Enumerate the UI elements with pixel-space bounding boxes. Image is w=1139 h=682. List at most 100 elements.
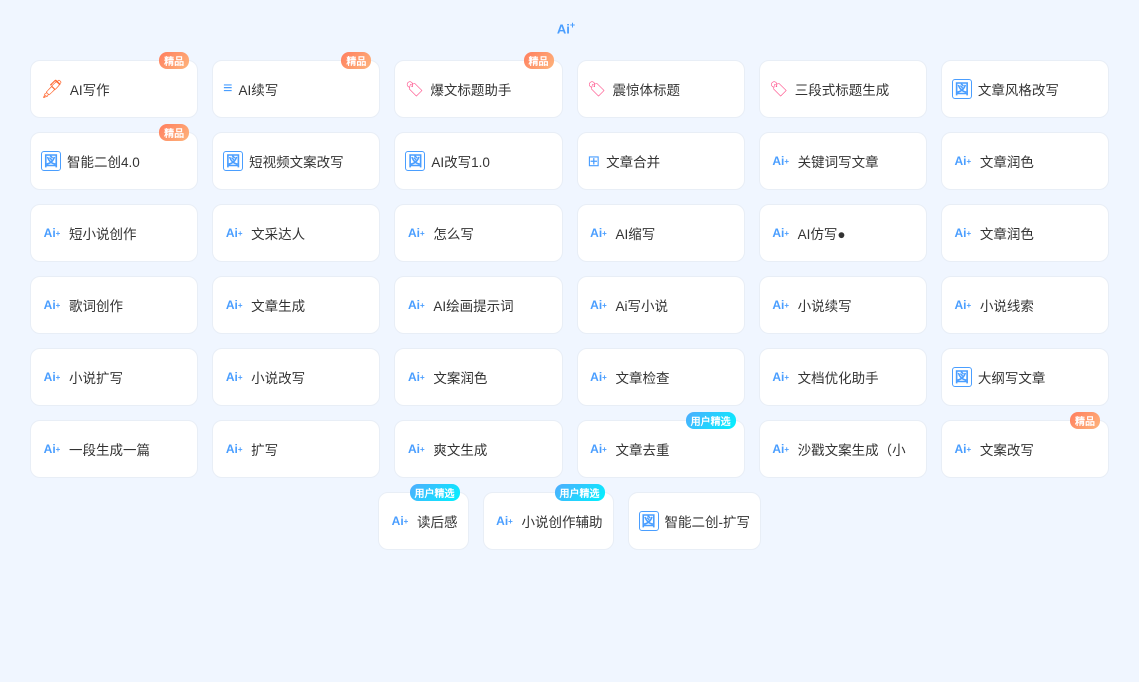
- tool-card-fun-gen[interactable]: Ai+ 爽文生成: [394, 420, 562, 478]
- tool-card-ai-continue[interactable]: 精品 ≡ AI续写: [212, 60, 380, 118]
- tool-label: 小说续写: [798, 295, 852, 315]
- doc-icon: 図: [639, 511, 659, 531]
- tool-card-short-video[interactable]: 図 短视频文案改写: [212, 132, 380, 190]
- badge: 精品: [159, 124, 189, 141]
- tool-label: 文档优化助手: [798, 367, 879, 387]
- ai-icon: Ai+: [405, 226, 427, 240]
- tool-label: 短小说创作: [69, 223, 137, 243]
- tool-card-article-polish1[interactable]: Ai+ 文章润色: [941, 132, 1109, 190]
- tool-label: AI仿写●: [798, 223, 846, 243]
- badge: 精品: [341, 52, 371, 69]
- tool-label: 一段生成一篇: [69, 439, 150, 459]
- ai-icon: Ai+: [223, 226, 245, 240]
- tool-label: 文章润色: [980, 151, 1034, 171]
- tool-row-1: 精品 図 智能二创4.0 図 短视频文案改写 図 AI改写1.0 ⊞ 文章合并 …: [30, 132, 1109, 190]
- tool-card-ai-rewrite[interactable]: 図 AI改写1.0: [394, 132, 562, 190]
- ai-icon: Ai+: [41, 442, 63, 456]
- tool-label: 震惊体标题: [613, 79, 681, 99]
- tool-card-novel-assist[interactable]: 用户精选 Ai+ 小说创作辅助: [483, 492, 614, 550]
- tool-label: 文章检查: [616, 367, 670, 387]
- tool-card-keyword-write[interactable]: Ai+ 关键词写文章: [759, 132, 927, 190]
- tool-card-read-feel[interactable]: 用户精选 Ai+ 读后感: [378, 492, 469, 550]
- tool-card-article-merge[interactable]: ⊞ 文章合并: [577, 132, 745, 190]
- tool-label: AI绘画提示词: [433, 295, 513, 315]
- tool-card-copy-rewrite[interactable]: 精品 Ai+ 文案改写: [941, 420, 1109, 478]
- tool-row-3: Ai+ 歌词创作 Ai+ 文章生成 Ai+ AI绘画提示词 Ai+ Ai写小说 …: [30, 276, 1109, 334]
- tool-card-lyrics[interactable]: Ai+ 歌词创作: [30, 276, 198, 334]
- doc-icon: 図: [952, 79, 972, 99]
- tool-label: AI写作: [70, 79, 110, 99]
- tool-card-short-novel[interactable]: Ai+ 短小说创作: [30, 204, 198, 262]
- tool-label: 小说扩写: [69, 367, 123, 387]
- doc-icon: 図: [223, 151, 243, 171]
- tool-row-5: Ai+ 一段生成一篇 Ai+ 扩写 Ai+ 爽文生成 用户精选 Ai+ 文章去重…: [30, 420, 1109, 478]
- ai-icon: Ai+: [770, 226, 792, 240]
- tool-card-novel-clue[interactable]: Ai+ 小说线索: [941, 276, 1109, 334]
- tool-card-style-rewrite[interactable]: 図 文章风格改写: [941, 60, 1109, 118]
- fire-icon: 🏷: [405, 80, 424, 98]
- tool-card-ai-novel[interactable]: Ai+ Ai写小说: [577, 276, 745, 334]
- ai-icon: Ai+: [770, 154, 792, 168]
- tool-card-ai-write[interactable]: 精品 🖋 AI写作: [30, 60, 198, 118]
- tool-card-novel-expand[interactable]: Ai+ 小说扩写: [30, 348, 198, 406]
- tool-label: 文章生成: [251, 295, 305, 315]
- doc-icon: 図: [405, 151, 425, 171]
- badge: 精品: [1070, 412, 1100, 429]
- ai-icon: Ai+: [588, 370, 610, 384]
- tool-card-novel-rewrite[interactable]: Ai+ 小说改写: [212, 348, 380, 406]
- tool-label: 关键词写文章: [798, 151, 879, 171]
- tool-label: 大纲写文章: [978, 367, 1046, 387]
- tool-card-three-title[interactable]: 🏷 三段式标题生成: [759, 60, 927, 118]
- tool-label: 爆文标题助手: [430, 79, 511, 99]
- ai-icon: Ai+: [41, 298, 63, 312]
- tool-card-smart-recreate[interactable]: 精品 図 智能二创4.0: [30, 132, 198, 190]
- tool-card-ai-draw-prompt[interactable]: Ai+ AI绘画提示词: [394, 276, 562, 334]
- tool-card-expand-write[interactable]: Ai+ 扩写: [212, 420, 380, 478]
- tool-card-how-write[interactable]: Ai+ 怎么写: [394, 204, 562, 262]
- tool-card-outline-write[interactable]: 図 大纲写文章: [941, 348, 1109, 406]
- tool-label: 文章合并: [606, 151, 660, 171]
- tool-card-article-polish2[interactable]: Ai+ 文章润色: [941, 204, 1109, 262]
- tool-label: 爽文生成: [433, 439, 487, 459]
- tool-label: 小说改写: [251, 367, 305, 387]
- badge: 精品: [159, 52, 189, 69]
- tool-label: 文案润色: [433, 367, 487, 387]
- ai-icon: Ai+: [41, 370, 63, 384]
- ai-icon: Ai+: [952, 298, 974, 312]
- write-icon: ≡: [223, 80, 232, 98]
- tool-card-article-remove[interactable]: 用户精选 Ai+ 文章去重: [577, 420, 745, 478]
- tool-label: 歌词创作: [69, 295, 123, 315]
- tool-card-smart-expand[interactable]: 図 智能二创-扩写: [628, 492, 762, 550]
- tool-label: 三段式标题生成: [795, 79, 890, 99]
- tool-label: 小说线索: [980, 295, 1034, 315]
- fire-icon: 🏷: [588, 80, 607, 98]
- badge: 用户精选: [686, 412, 736, 429]
- tool-card-shock-title[interactable]: 🏷 震惊体标题: [577, 60, 745, 118]
- tool-card-article-gen[interactable]: Ai+ 文章生成: [212, 276, 380, 334]
- tool-label: 文案改写: [980, 439, 1034, 459]
- tool-row-0: 精品 🖋 AI写作 精品 ≡ AI续写 精品 🏷 爆文标题助手 🏷 震惊体标题 …: [30, 60, 1109, 118]
- tool-card-explode-title[interactable]: 精品 🏷 爆文标题助手: [394, 60, 562, 118]
- page-title: Ai+: [557, 20, 582, 36]
- tool-card-ai-imitate[interactable]: Ai+ AI仿写●: [759, 204, 927, 262]
- tool-label: 短视频文案改写: [249, 151, 344, 171]
- tool-label: AI缩写: [616, 223, 656, 243]
- tool-label: AI改写1.0: [431, 151, 490, 171]
- tool-card-article-check[interactable]: Ai+ 文章检查: [577, 348, 745, 406]
- ai-icon: Ai+: [41, 226, 63, 240]
- badge: 用户精选: [555, 484, 605, 501]
- ai-icon: Ai+: [588, 442, 610, 456]
- ai-icon: Ai+: [494, 514, 516, 528]
- write-icon: 🖋: [41, 79, 64, 100]
- tool-card-copy-polish[interactable]: Ai+ 文案润色: [394, 348, 562, 406]
- doc-icon: 図: [41, 151, 61, 171]
- tool-card-doc-optimize[interactable]: Ai+ 文档优化助手: [759, 348, 927, 406]
- tool-label: 文采达人: [251, 223, 305, 243]
- ai-icon: Ai+: [223, 370, 245, 384]
- tool-card-ai-compress[interactable]: Ai+ AI缩写: [577, 204, 745, 262]
- tools-grid: 精品 🖋 AI写作 精品 ≡ AI续写 精品 🏷 爆文标题助手 🏷 震惊体标题 …: [30, 60, 1109, 564]
- tool-card-writing-style[interactable]: Ai+ 文采达人: [212, 204, 380, 262]
- tool-card-novel-continue[interactable]: Ai+ 小说续写: [759, 276, 927, 334]
- tool-card-one-para[interactable]: Ai+ 一段生成一篇: [30, 420, 198, 478]
- tool-card-sha-copy[interactable]: Ai+ 沙戳文案生成（小: [759, 420, 927, 478]
